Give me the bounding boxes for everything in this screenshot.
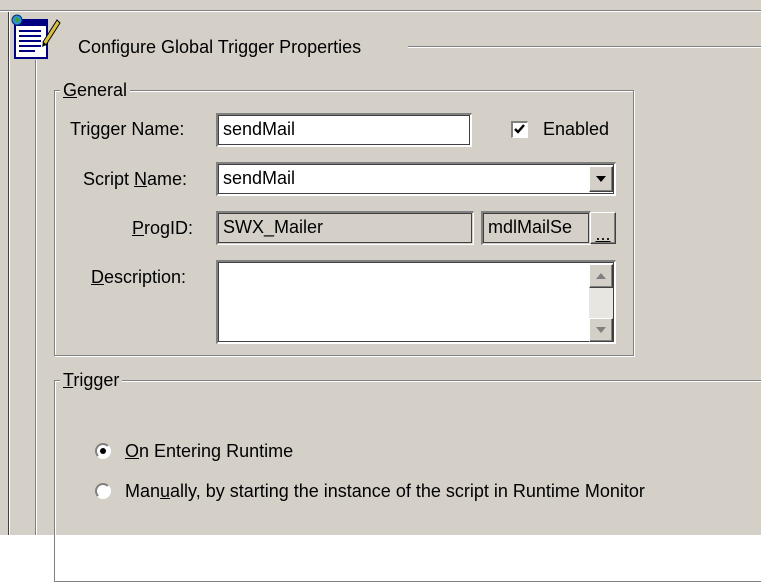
- trigger-name-label: Trigger Name:: [70, 119, 185, 139]
- trigger-legend-hotkey: T: [63, 370, 74, 390]
- on-entering-runtime-radio[interactable]: [95, 443, 111, 459]
- manually-radio[interactable]: [95, 483, 111, 499]
- description-textarea[interactable]: [216, 260, 616, 344]
- radio-selected-dot: [100, 448, 106, 454]
- option1-text: n Entering Runtime: [139, 441, 294, 461]
- description-label: Description:: [91, 266, 186, 288]
- scroll-down-button[interactable]: [589, 318, 613, 342]
- manually-label[interactable]: Manually, by starting the instance of th…: [125, 480, 645, 502]
- progid-label: ProgID:: [132, 217, 193, 239]
- script-name-select[interactable]: sendMail: [216, 162, 616, 196]
- progid-field: SWX_Mailer: [216, 211, 474, 245]
- description-label-post: escription:: [104, 267, 187, 287]
- option2-pre: Man: [125, 481, 161, 501]
- option2-hotkey: u: [160, 481, 171, 501]
- trigger-legend: Trigger: [60, 370, 123, 390]
- description-scrollbar[interactable]: [589, 264, 613, 342]
- script-name-label: Script Name:: [83, 168, 187, 190]
- general-legend: General: [60, 80, 131, 100]
- enabled-label: Enabled: [543, 119, 610, 139]
- scroll-up-button[interactable]: [589, 264, 613, 288]
- dialog-panel: Configure Global Trigger Properties Gene…: [0, 0, 761, 582]
- general-legend-hotkey: G: [63, 80, 78, 100]
- option1-hotkey: O: [125, 441, 140, 461]
- option2-text: ally, by starting the instance of the sc…: [170, 481, 645, 501]
- script-name-label-post: ame:: [147, 169, 188, 189]
- description-label-hotkey: D: [91, 267, 104, 287]
- dialog-title: Configure Global Trigger Properties: [78, 37, 362, 57]
- script-name-label-pre: Script: [83, 169, 135, 189]
- on-entering-runtime-label[interactable]: On Entering Runtime: [125, 440, 293, 462]
- browse-button[interactable]: ...: [590, 212, 616, 244]
- trigger-legend-text: rigger: [73, 370, 120, 390]
- scroll-down-arrow-icon: [596, 327, 606, 333]
- enabled-checkbox[interactable]: [511, 121, 528, 138]
- title-separator: [408, 46, 761, 48]
- progid-label-post: rogID:: [144, 218, 194, 238]
- script-name-value: sendMail: [223, 168, 296, 188]
- script-name-label-hotkey: N: [134, 169, 148, 189]
- progid-class-field: mdlMailSe: [481, 211, 591, 245]
- tree-line-highlight: [36, 60, 37, 535]
- progid-label-hotkey: P: [132, 218, 145, 238]
- top-edge: [0, 0, 761, 12]
- chevron-down-icon: [596, 176, 606, 182]
- script-name-dropdown-button[interactable]: [589, 166, 613, 192]
- left-border-light: [9, 12, 10, 535]
- notepad-icon: [11, 14, 61, 60]
- browse-button-label: ...: [595, 224, 611, 244]
- general-legend-text: eneral: [77, 80, 128, 100]
- scroll-up-arrow-icon: [596, 273, 606, 279]
- trigger-name-input[interactable]: sendMail: [216, 113, 472, 147]
- checkmark-icon: [514, 124, 525, 134]
